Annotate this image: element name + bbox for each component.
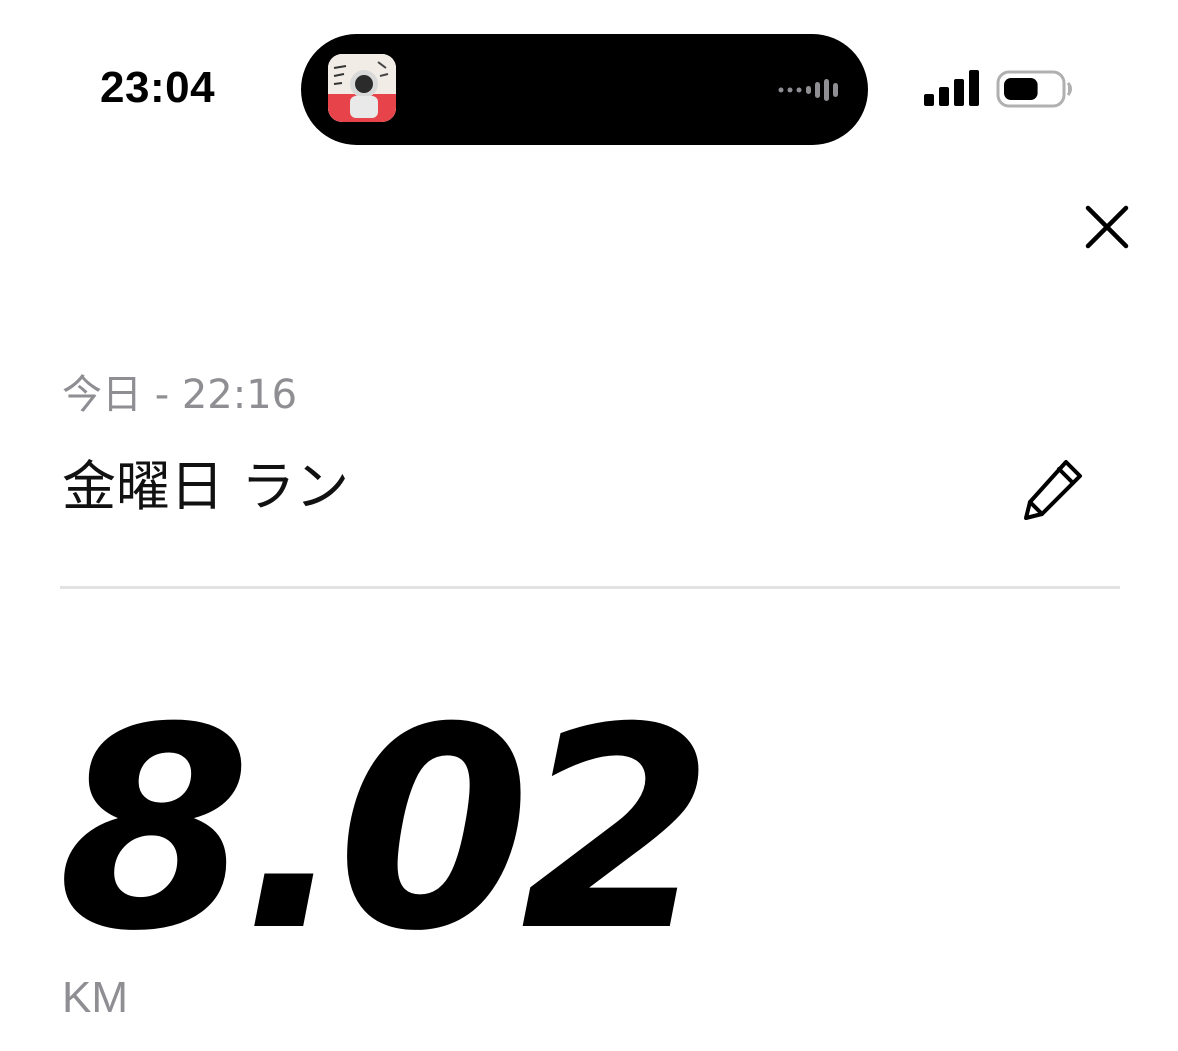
status-bar-time: 23:04	[100, 63, 216, 112]
activity-title: 金曜日 ラン	[62, 455, 350, 518]
distance-value: 8.02	[58, 668, 714, 992]
waveform-icon	[778, 79, 838, 101]
activity-date-time: 今日 - 22:16	[62, 372, 298, 418]
pencil-icon	[1024, 460, 1082, 520]
divider	[60, 586, 1120, 589]
close-button[interactable]	[1078, 198, 1136, 256]
battery-icon	[996, 70, 1072, 108]
cellular-signal-icon	[924, 70, 979, 106]
distance-unit: KM	[62, 973, 128, 1022]
close-icon	[1085, 205, 1129, 249]
edit-title-button[interactable]	[1018, 454, 1090, 526]
now-playing-album-art[interactable]	[328, 54, 396, 122]
dynamic-island[interactable]	[301, 34, 868, 145]
